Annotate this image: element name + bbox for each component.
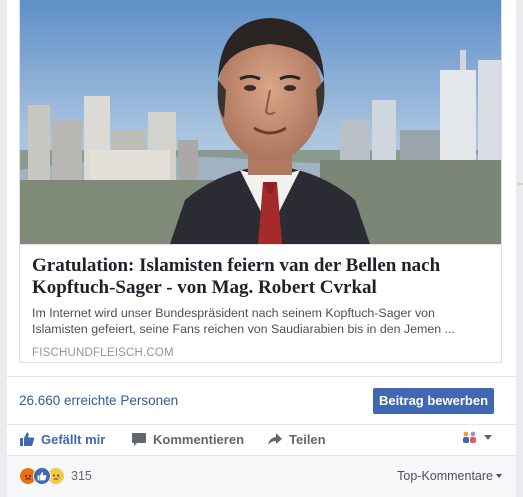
chevron-down-icon — [484, 435, 492, 440]
like-button[interactable]: Gefällt mir — [19, 431, 105, 447]
boost-post-button[interactable]: Beitrag bewerben — [373, 388, 494, 414]
people-reached-link[interactable]: 26.660 erreichte Personen — [19, 393, 178, 408]
right-gutter — [516, 0, 523, 496]
link-preview-card[interactable]: Gratulation: Islamisten feiern van der B… — [19, 0, 502, 363]
share-label: Teilen — [289, 431, 326, 447]
share-arrow-icon — [268, 433, 282, 445]
share-button[interactable]: Teilen — [267, 431, 326, 447]
people-icon — [463, 431, 476, 443]
reaction-icons[interactable]: 315 — [19, 467, 92, 485]
reaction-count[interactable]: 315 — [71, 469, 92, 483]
thumbs-up-icon — [20, 432, 35, 446]
link-title[interactable]: Gratulation: Islamisten feiern van der B… — [32, 255, 489, 299]
link-preview-text[interactable]: Gratulation: Islamisten feiern van der B… — [20, 244, 501, 362]
link-domain: FISCHUNDFLEISCH.COM — [32, 347, 174, 359]
person-portrait-image — [20, 0, 501, 244]
comment-label: Kommentieren — [153, 431, 245, 447]
audience-selector[interactable] — [461, 430, 493, 444]
comment-button[interactable]: Kommentieren — [131, 431, 244, 447]
comment-sort-label: Top-Kommentare — [397, 469, 493, 483]
reactions-summary: 315 Top-Kommentare — [7, 455, 516, 497]
post-action-bar: Gefällt mir Kommentieren Teilen — [7, 424, 516, 455]
like-reaction-icon — [33, 467, 51, 485]
divider — [518, 183, 523, 185]
chevron-down-icon — [496, 474, 502, 478]
link-preview-image[interactable] — [20, 0, 501, 244]
comment-sort-dropdown[interactable]: Top-Kommentare — [397, 469, 502, 483]
link-description: Im Internet wird unser Bundespräsident n… — [32, 306, 455, 336]
speech-bubble-icon — [132, 433, 146, 446]
post-insights-bar: 26.660 erreichte Personen Beitrag bewerb… — [7, 376, 516, 425]
like-label: Gefällt mir — [41, 431, 106, 447]
facebook-post: Gratulation: Islamisten feiern van der B… — [7, 0, 516, 497]
